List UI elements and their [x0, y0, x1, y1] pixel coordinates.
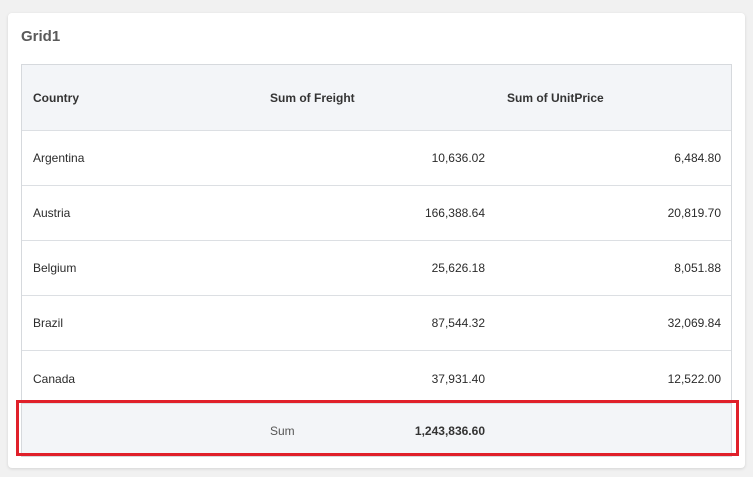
cell-unit-price: 20,819.70: [667, 206, 721, 220]
cell-country: Austria: [33, 206, 71, 220]
cell-country: Canada: [33, 371, 76, 386]
summary-label: Sum: [270, 424, 295, 438]
data-grid: Country Sum of Freight Sum of UnitPrice …: [21, 64, 732, 457]
table-row[interactable]: Canada 37,931.40 12,522.00: [22, 351, 731, 406]
table-row[interactable]: Brazil 87,544.32 32,069.84: [22, 296, 731, 351]
table-row[interactable]: Argentina 10,636.02 6,484.80: [22, 131, 731, 186]
column-header-sum-of-unitprice[interactable]: Sum of UnitPrice: [507, 65, 604, 130]
summary-freight-total: 1,243,836.60: [414, 424, 485, 438]
column-header-country[interactable]: Country: [33, 65, 79, 130]
cell-country: Brazil: [33, 316, 64, 330]
cell-freight: 10,636.02: [431, 151, 485, 165]
table-row[interactable]: Austria 166,388.64 20,819.70: [22, 186, 731, 241]
cell-freight: 166,388.64: [424, 206, 485, 220]
table-row[interactable]: Belgium 25,626.18 8,051.88: [22, 241, 731, 296]
grid-summary-row: Sum 1,243,836.60: [22, 403, 731, 456]
cell-unit-price: 6,484.80: [674, 151, 721, 165]
cell-unit-price: 8,051.88: [674, 261, 721, 275]
grid-title: Grid1: [21, 28, 61, 45]
grid-card: Grid1 Country Sum of Freight Sum of Unit…: [8, 13, 745, 468]
cell-unit-price: 12,522.00: [667, 371, 721, 386]
cell-country: Argentina: [33, 151, 85, 165]
column-header-sum-of-freight[interactable]: Sum of Freight: [270, 65, 355, 130]
cell-unit-price: 32,069.84: [667, 316, 721, 330]
cell-freight: 25,626.18: [431, 261, 485, 275]
cell-freight: 37,931.40: [431, 371, 485, 386]
cell-country: Belgium: [33, 261, 77, 275]
cell-freight: 87,544.32: [431, 316, 485, 330]
grid-header-row: Country Sum of Freight Sum of UnitPrice: [22, 65, 731, 131]
